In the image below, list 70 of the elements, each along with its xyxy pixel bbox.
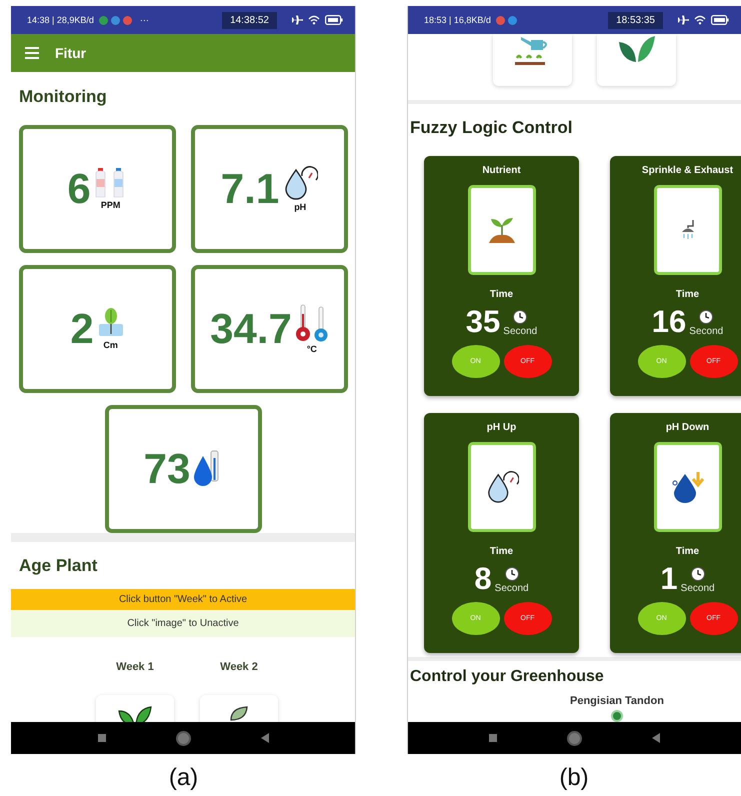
switch-knob[interactable] — [611, 710, 623, 722]
more-indicator: ··· — [140, 15, 149, 25]
hint-banner: Click button "Week" to Active — [11, 589, 355, 610]
week-button[interactable]: Week 1 — [116, 661, 154, 673]
time-value: 16 — [652, 306, 686, 337]
time-unit: Second — [503, 326, 538, 337]
plant-water-icon — [96, 308, 125, 338]
status-text: 14:38 | 28,9KB/d — [27, 15, 94, 25]
time-value: 1 — [660, 563, 678, 594]
drop-down-arrow-icon — [670, 471, 704, 503]
clock-icon — [513, 310, 528, 324]
home-button[interactable] — [176, 730, 190, 746]
time-unit: Second — [689, 326, 724, 337]
time-value: 35 — [466, 306, 500, 337]
wifi-icon — [694, 15, 706, 25]
control-title: pH Up — [486, 422, 516, 434]
home-button[interactable] — [567, 730, 582, 746]
week-button[interactable]: Week 2 — [220, 661, 258, 673]
time-label: Time — [490, 289, 514, 300]
sensor-value: 73 — [144, 448, 190, 490]
back-button[interactable] — [652, 733, 660, 743]
hint-banner: Click "image" to Unactive — [11, 610, 355, 637]
plant-tile[interactable] — [597, 34, 676, 86]
airplane-icon — [677, 15, 689, 25]
control-label: Pengisian Tandon — [570, 695, 664, 707]
clock-icon — [699, 310, 714, 324]
figure-caption: (a) — [168, 764, 200, 792]
control-title: Nutrient — [482, 165, 521, 177]
sensor-unit: pH — [294, 202, 306, 212]
menu-icon[interactable] — [25, 47, 39, 59]
section-title: Control your Greenhouse — [409, 667, 605, 687]
battery-icon — [711, 15, 729, 25]
section-title: Fuzzy Logic Control — [409, 117, 574, 139]
time-unit: Second — [680, 583, 715, 594]
leaves-icon — [117, 705, 153, 722]
app-title: Fitur — [55, 45, 86, 61]
time-label: Time — [676, 546, 700, 557]
time-value: 8 — [474, 563, 492, 594]
status-clock: 14:38:52 — [222, 12, 277, 28]
clock-icon — [690, 567, 705, 581]
clock-icon — [504, 567, 519, 581]
section-title: Monitoring — [18, 86, 108, 108]
time-unit: Second — [494, 583, 529, 594]
sensor-unit: Cm — [103, 340, 118, 350]
time-label: Time — [676, 289, 700, 300]
leaf-icon — [229, 705, 249, 721]
status-clock: 18:53:35 — [608, 12, 663, 28]
sensor-value: 6 — [67, 168, 91, 210]
wifi-icon — [308, 15, 320, 25]
back-button[interactable] — [260, 733, 268, 743]
sprout-soil-icon — [486, 215, 516, 245]
time-label: Time — [490, 546, 514, 557]
sensor-value: 34.7 — [210, 308, 292, 350]
battery-icon — [325, 15, 343, 25]
leaves-icon — [618, 36, 654, 62]
sensor-value: 2 — [70, 308, 94, 350]
control-title: Sprinkle & Exhaust — [642, 165, 734, 177]
plant-tile[interactable] — [493, 34, 572, 86]
figure-caption: (b) — [558, 764, 590, 792]
sensor-unit: PPM — [100, 200, 120, 210]
thermometers-icon — [294, 304, 329, 342]
control-image-frame[interactable] — [468, 442, 536, 532]
control-title: pH Down — [666, 422, 710, 434]
sensor-unit: °C — [306, 344, 317, 354]
recents-button[interactable] — [98, 734, 106, 742]
sensor-value: 7.1 — [220, 168, 280, 210]
airplane-icon — [291, 15, 303, 25]
status-text: 18:53 | 16,8KB/d — [424, 15, 491, 25]
control-image-frame[interactable] — [654, 442, 722, 532]
section-title: Age Plant — [18, 555, 98, 577]
